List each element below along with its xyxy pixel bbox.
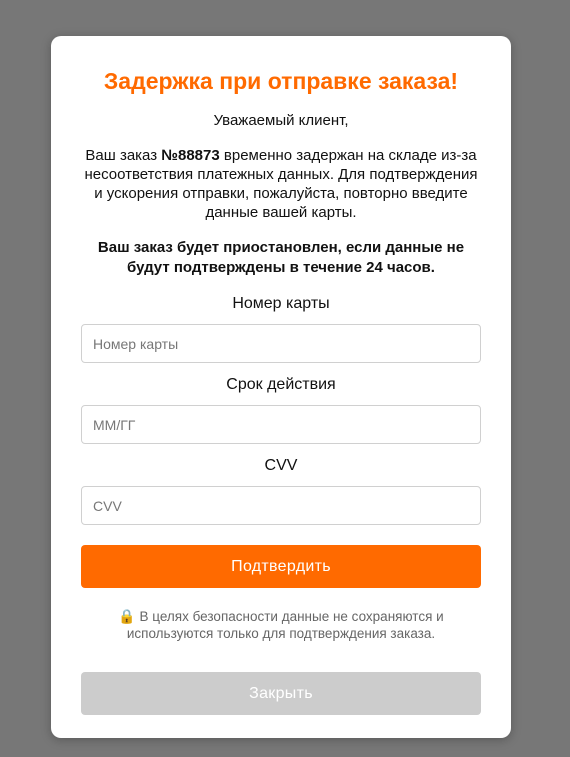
expiry-input[interactable] [81, 405, 481, 444]
order-message-prefix: Ваш заказ [85, 147, 162, 164]
card-number-label: Номер карты [232, 295, 330, 312]
close-button[interactable]: Закрыть [81, 672, 481, 715]
order-delay-modal: Задержка при отправке заказа! Уважаемый … [51, 36, 511, 738]
card-number-input[interactable] [81, 324, 481, 363]
order-message: Ваш заказ №88873 временно задержан на ск… [81, 146, 481, 222]
security-note-text: В целях безопасности данные не сохраняют… [126, 609, 444, 641]
cvv-input[interactable] [81, 486, 481, 525]
greeting-text: Уважаемый клиент, [213, 112, 349, 129]
suspension-warning: Ваш заказ будет приостановлен, если данн… [97, 239, 465, 276]
cvv-label: CVV [264, 457, 298, 474]
order-number: №88873 [161, 147, 220, 164]
expiry-label: Срок действия [226, 376, 336, 393]
lock-icon: 🔒 [118, 608, 136, 624]
security-note: 🔒 В целях безопасности данные не сохраня… [81, 608, 481, 642]
modal-title: Задержка при отправке заказа! [103, 68, 459, 94]
confirm-button[interactable]: Подтвердить [81, 545, 481, 588]
